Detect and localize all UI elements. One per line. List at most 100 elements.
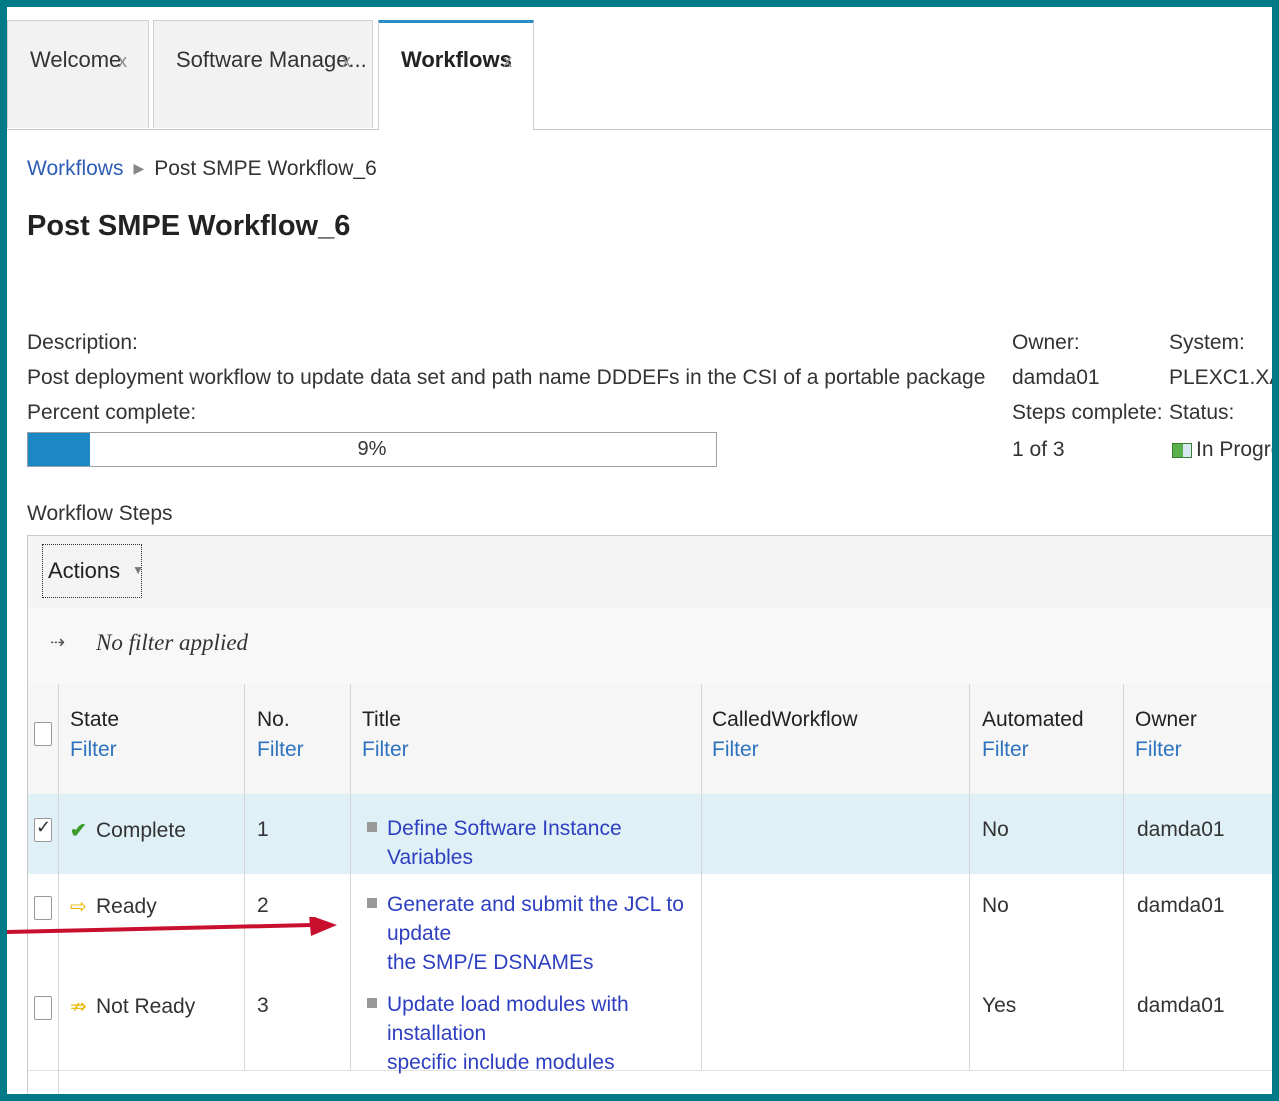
owner-value: damda01 xyxy=(1012,366,1100,389)
row-checkbox[interactable] xyxy=(34,996,52,1020)
column-divider xyxy=(350,874,351,974)
filter-link[interactable]: Filter xyxy=(362,738,409,762)
title-cell: Update load modules with installation spe… xyxy=(367,990,697,1077)
progress-text: 9% xyxy=(357,438,387,460)
arrow-blocked-icon: ⇏ xyxy=(70,996,87,1018)
column-divider xyxy=(350,794,351,874)
chevron-right-icon: ▶ xyxy=(133,160,145,176)
arrow-right-icon: ⇨ xyxy=(70,896,87,918)
status-text: In Progres xyxy=(1196,438,1272,461)
workflow-steps-label: Workflow Steps xyxy=(27,502,173,525)
title-line: Define Software Instance Variables xyxy=(387,817,622,869)
filter-link[interactable]: Filter xyxy=(70,738,119,762)
row-checkbox[interactable] xyxy=(34,817,52,842)
breadcrumb-workflows-link[interactable]: Workflows xyxy=(27,157,123,180)
title-line: the SMP/E DSNAMEs xyxy=(387,951,594,974)
breadcrumb: Workflows ▶ Post SMPE Workflow_6 xyxy=(27,157,377,181)
column-divider xyxy=(1123,974,1124,1070)
description-text: Post deployment workflow to update data … xyxy=(27,366,986,389)
actions-label: Actions xyxy=(48,558,121,583)
state-cell: ⇏ Not Ready xyxy=(70,994,195,1019)
filter-link[interactable]: Filter xyxy=(712,738,858,762)
column-header-state: State Filter xyxy=(70,708,119,762)
filter-link[interactable]: Filter xyxy=(982,738,1084,762)
title-line: Update load modules with installation xyxy=(387,993,629,1045)
check-icon: ✔ xyxy=(70,820,87,842)
chevron-down-icon: ▼ xyxy=(132,563,145,577)
system-label: System: xyxy=(1169,331,1245,354)
step-bullet-icon xyxy=(367,822,377,832)
owner-label: Owner: xyxy=(1012,331,1080,354)
column-label: Automated xyxy=(982,708,1084,731)
close-icon[interactable]: x xyxy=(118,51,127,72)
state-cell: ⇨ Ready xyxy=(70,894,157,919)
steps-complete-value: 1 of 3 xyxy=(1012,438,1065,461)
app-frame: Welcome x Software Manage... x Workflows… xyxy=(7,7,1272,1094)
state-text: Ready xyxy=(96,895,157,918)
filter-link[interactable]: Filter xyxy=(1135,738,1197,762)
column-label: Owner xyxy=(1135,708,1197,731)
filter-link[interactable]: Filter xyxy=(257,738,304,762)
close-icon[interactable]: x xyxy=(342,51,351,72)
actions-menu-button[interactable]: Actions ▼ xyxy=(42,544,145,598)
percent-complete-label: Percent complete: xyxy=(27,401,197,424)
column-header-automated: Automated Filter xyxy=(982,708,1084,762)
tab-bar: Welcome x Software Manage... x Workflows… xyxy=(7,7,1272,130)
select-all-checkbox[interactable] xyxy=(34,722,52,746)
column-divider xyxy=(1123,874,1124,974)
number-cell: 3 xyxy=(257,994,269,1017)
column-divider xyxy=(58,974,59,1070)
column-header-no: No. Filter xyxy=(257,708,304,762)
close-icon[interactable]: x xyxy=(503,51,512,72)
column-divider xyxy=(58,684,59,794)
column-divider xyxy=(1123,794,1124,874)
column-label: State xyxy=(70,708,120,731)
status-label: Status: xyxy=(1169,401,1235,424)
column-divider xyxy=(244,684,245,794)
column-label: No. xyxy=(257,708,290,731)
step-bullet-icon xyxy=(367,898,377,908)
state-text: Not Ready xyxy=(96,995,196,1018)
arrow-head xyxy=(309,917,337,936)
column-divider xyxy=(58,1070,59,1094)
title-cell: Define Software Instance Variables xyxy=(367,814,687,872)
tab-software-management[interactable]: Software Manage... x xyxy=(153,20,373,128)
step-title-link[interactable]: Generate and submit the JCL to update the… xyxy=(367,890,697,977)
column-divider xyxy=(244,794,245,874)
filter-icon[interactable]: ⇢ xyxy=(50,632,65,653)
title-line: specific include modules xyxy=(387,1051,615,1074)
step-title-link[interactable]: Update load modules with installation spe… xyxy=(367,990,697,1077)
owner-cell: damda01 xyxy=(1137,818,1225,841)
in-progress-icon xyxy=(1172,442,1192,458)
arrow-shaft xyxy=(7,923,313,934)
table-row[interactable]: ⇏ Not Ready 3 Update load modules with in… xyxy=(28,974,1272,1074)
automated-cell: Yes xyxy=(982,994,1017,1017)
column-divider xyxy=(244,974,245,1070)
table-toolbar: Actions ▼ xyxy=(28,536,1272,609)
column-divider xyxy=(969,874,970,974)
column-divider xyxy=(350,974,351,1070)
column-label: CalledWorkflow xyxy=(712,708,858,731)
owner-cell: damda01 xyxy=(1137,894,1225,917)
number-cell: 1 xyxy=(257,818,269,841)
column-divider xyxy=(350,684,351,794)
title-cell: Generate and submit the JCL to update the… xyxy=(367,890,697,977)
state-text: Complete xyxy=(96,819,186,842)
column-header-calledworkflow: CalledWorkflow Filter xyxy=(712,708,858,762)
state-cell: ✔ Complete xyxy=(70,818,186,843)
column-divider xyxy=(969,684,970,794)
table-row[interactable]: ✔ Complete 1 Define Software Instance Var… xyxy=(28,794,1272,875)
column-header-owner: Owner Filter xyxy=(1135,708,1197,762)
owner-cell: damda01 xyxy=(1137,994,1225,1017)
step-bullet-icon xyxy=(367,998,377,1008)
filter-bar: ⇢ No filter applied xyxy=(28,608,1272,685)
breadcrumb-current: Post SMPE Workflow_6 xyxy=(154,157,377,180)
tab-welcome[interactable]: Welcome x xyxy=(7,20,149,128)
column-divider xyxy=(969,794,970,874)
step-title-link[interactable]: Define Software Instance Variables xyxy=(367,814,687,872)
column-header-title: Title Filter xyxy=(362,708,409,762)
tab-workflows[interactable]: Workflows x xyxy=(378,20,534,130)
tab-label: Workflows xyxy=(401,47,512,72)
column-divider xyxy=(58,794,59,874)
column-divider xyxy=(1123,684,1124,794)
